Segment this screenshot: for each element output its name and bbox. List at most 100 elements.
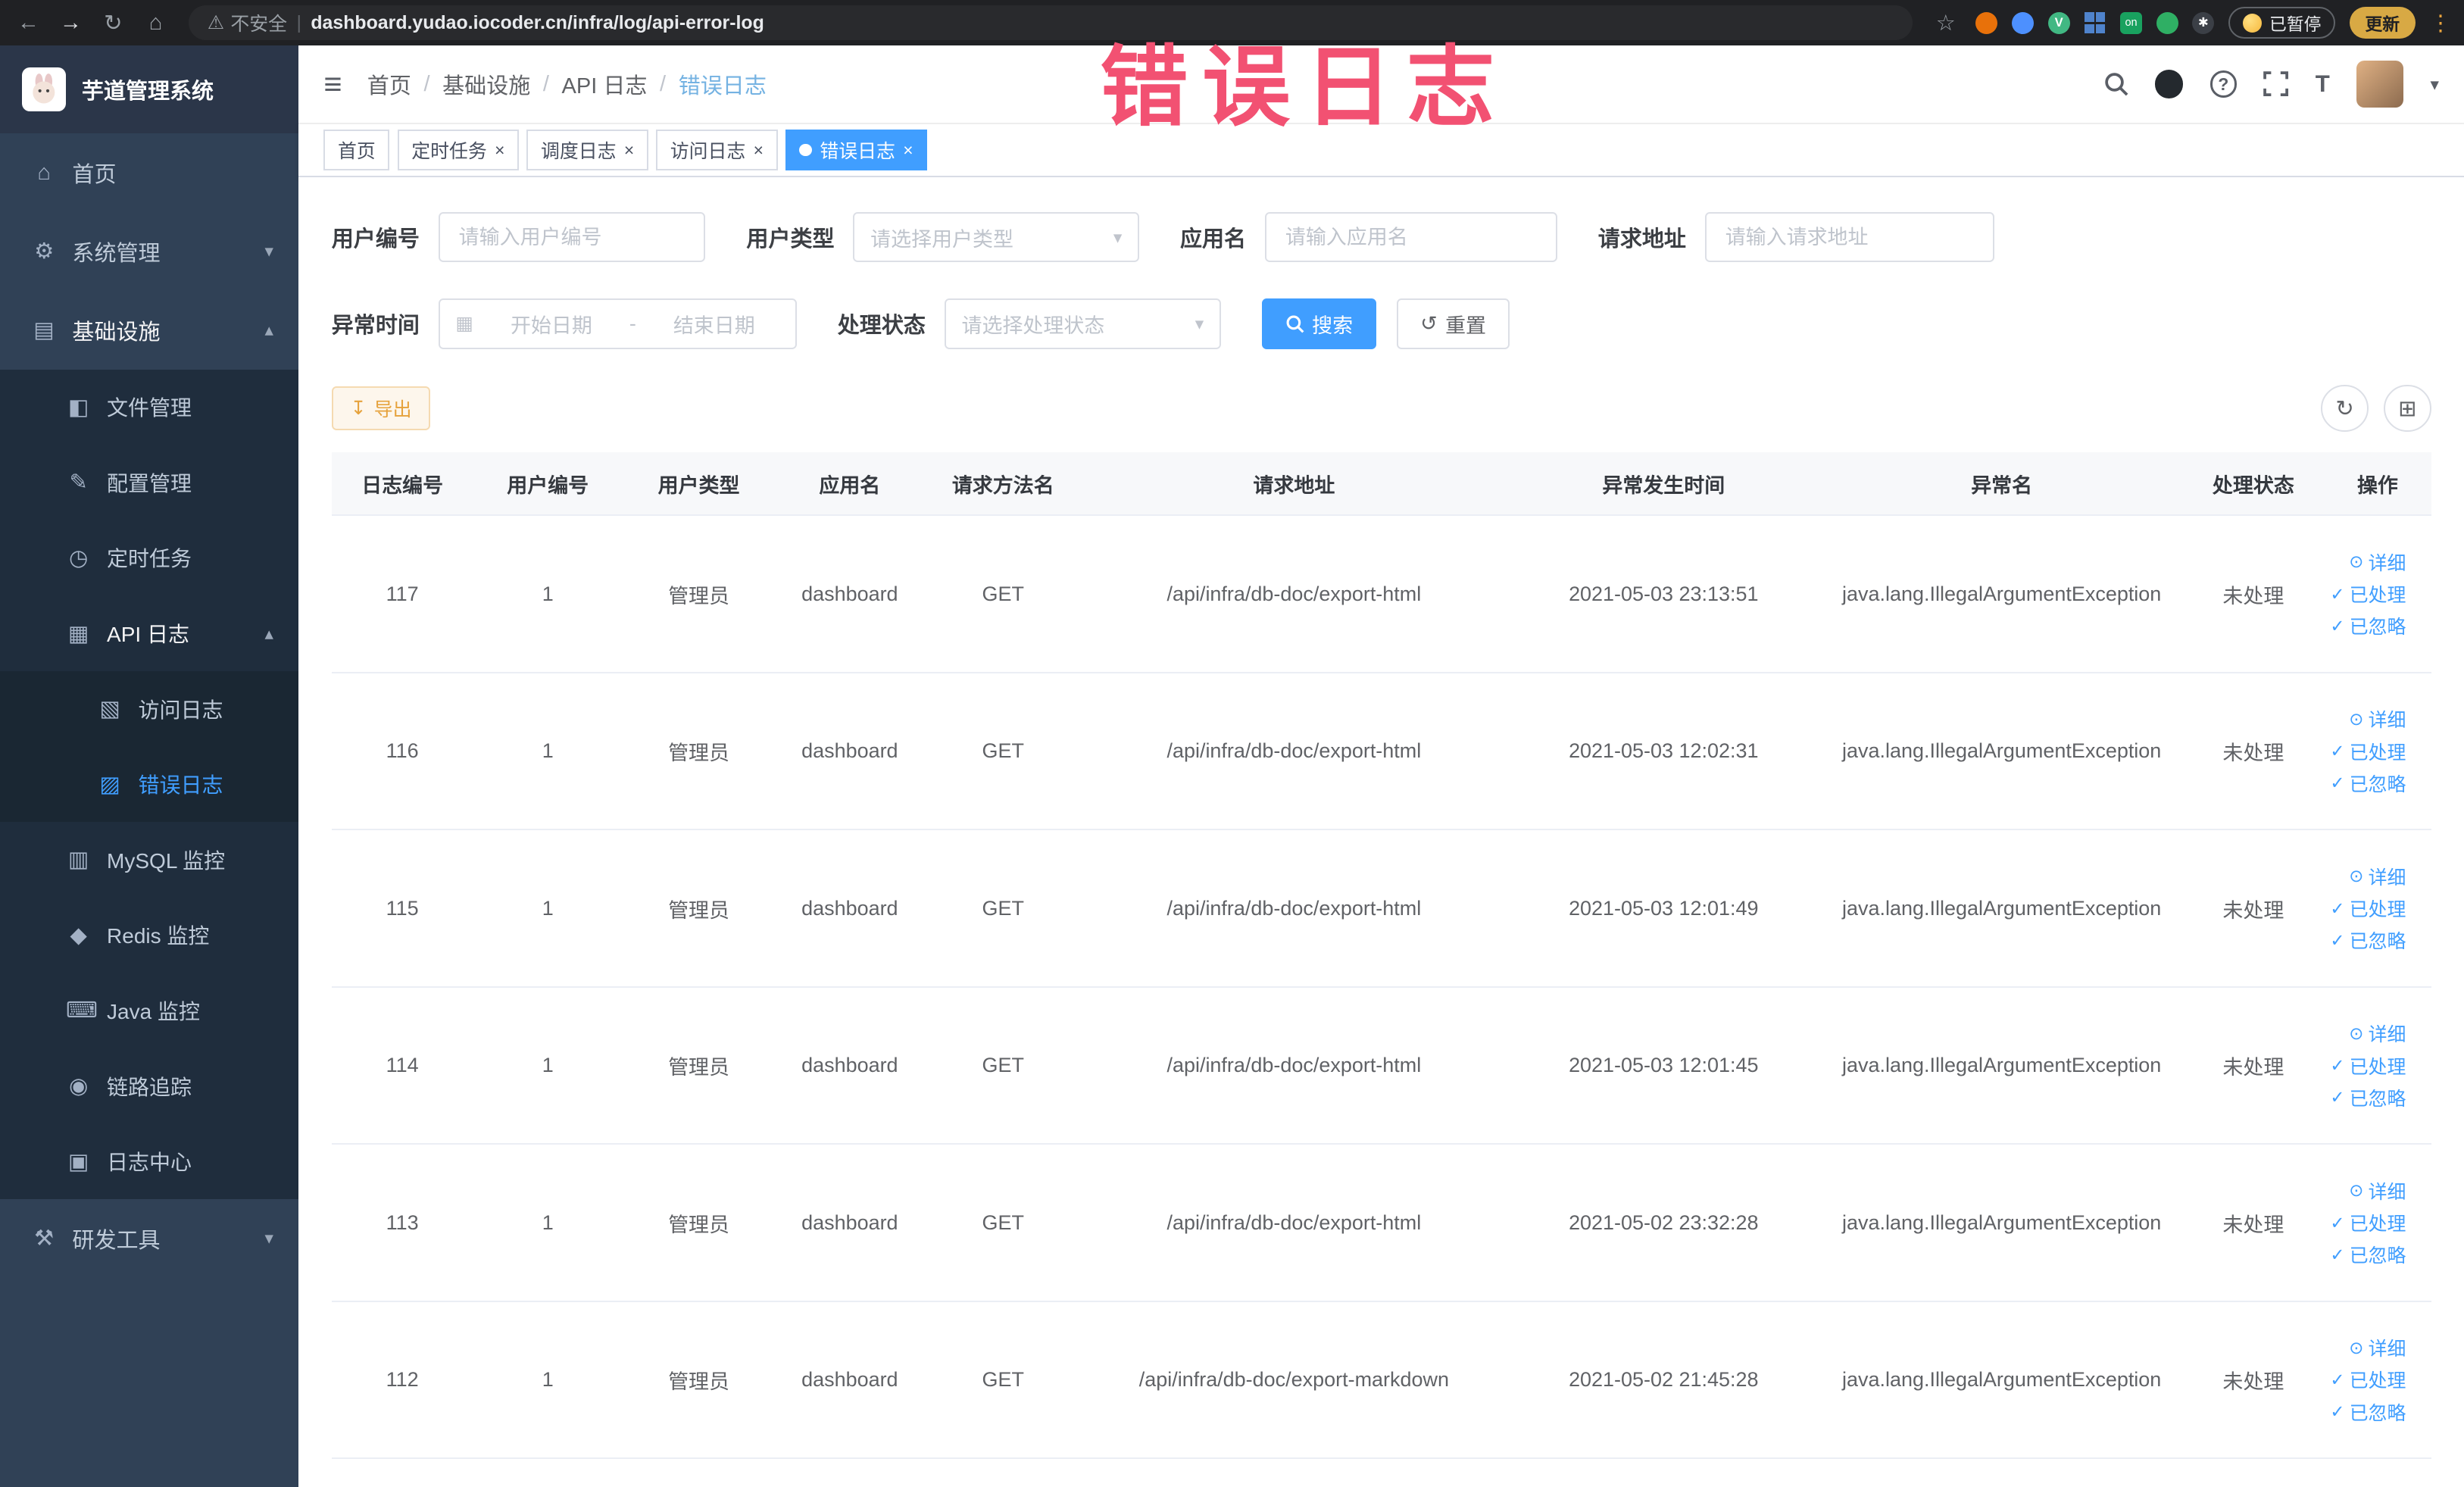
detail-link[interactable]: ⊙ 详细 (2349, 548, 2406, 576)
tab-error-log[interactable]: 错误日志 × (785, 130, 928, 171)
processed-link[interactable]: ✓ 已处理 (2330, 1052, 2406, 1079)
reset-button[interactable]: ↺ 重置 (1397, 298, 1510, 349)
close-icon[interactable]: × (754, 141, 764, 159)
eye-icon: ⊙ (2349, 551, 2364, 572)
extension-icon-blue[interactable] (2011, 11, 2034, 34)
ignored-link[interactable]: ✓ 已忽略 (2330, 1241, 2406, 1268)
security-label: 不安全 (230, 14, 288, 36)
extension-icon-paw[interactable]: ✱ (2192, 11, 2215, 34)
processed-link[interactable]: ✓ 已处理 (2330, 1209, 2406, 1236)
sidebar-item-file-management[interactable]: ◧ 文件管理 (0, 370, 298, 445)
cell-request-url: /api/infra/db-doc/export-html (1082, 515, 1507, 673)
sidebar-item-access-log[interactable]: ▧ 访问日志 (0, 670, 299, 747)
github-icon[interactable] (2155, 70, 2184, 98)
detail-link[interactable]: ⊙ 详细 (2349, 1334, 2406, 1361)
sidebar-item-config-management[interactable]: ✎ 配置管理 (0, 445, 298, 520)
avatar[interactable] (2356, 60, 2404, 108)
search-button[interactable]: 搜索 (1261, 298, 1377, 349)
user-id-input[interactable] (438, 212, 706, 263)
forward-icon[interactable]: → (55, 11, 86, 36)
processed-link[interactable]: ✓ 已处理 (2330, 895, 2406, 922)
request-url-input[interactable] (1704, 212, 1994, 263)
sidebar-toggle-icon[interactable]: ≡ (323, 68, 342, 100)
ignored-label: 已忽略 (2349, 931, 2406, 953)
ignored-link[interactable]: ✓ 已忽略 (2330, 1398, 2406, 1426)
cell-exception-name: java.lang.IllegalArgumentException (1820, 1301, 2183, 1460)
browser-menu-icon[interactable]: ⋮ (2430, 10, 2452, 36)
ignored-label: 已忽略 (2349, 1088, 2406, 1110)
sidebar-item-java-monitor[interactable]: ⌨ Java 监控 (0, 973, 298, 1048)
breadcrumb-infrastructure[interactable]: 基础设施 (442, 68, 530, 100)
sidebar-item-link-tracing[interactable]: ◉ 链路追踪 (0, 1048, 298, 1124)
export-button[interactable]: ↧ 导出 (331, 386, 431, 431)
app-name-input[interactable] (1264, 212, 1557, 263)
back-icon[interactable]: ← (13, 11, 44, 36)
sidebar-item-api-logs[interactable]: ▦ API 日志 ▴ (0, 595, 298, 671)
sidebar-item-error-log[interactable]: ▨ 错误日志 (0, 746, 299, 822)
detail-link[interactable]: ⊙ 详细 (2349, 863, 2406, 890)
ignored-link[interactable]: ✓ 已忽略 (2330, 770, 2406, 797)
browser-update-button[interactable]: 更新 (2349, 7, 2416, 39)
home-menu-icon: ⌂ (37, 160, 51, 185)
tab-home[interactable]: 首页 (323, 130, 390, 171)
search-icon[interactable] (2103, 71, 2128, 96)
table-header-row: 日志编号 用户编号 用户类型 应用名 请求方法名 请求地址 异常发生时间 异常名… (331, 452, 2431, 517)
exception-time-range-picker[interactable]: ▦ 开始日期 - 结束日期 (438, 298, 797, 349)
emoji-face-icon (2242, 13, 2262, 33)
reload-icon[interactable]: ↻ (98, 10, 129, 36)
eye-icon: ⊙ (2349, 866, 2364, 886)
cell-status: 未处理 (2182, 1301, 2325, 1460)
font-size-icon[interactable]: T (2316, 70, 2330, 98)
processed-label: 已处理 (2349, 585, 2406, 607)
user-type-select[interactable]: 请选择用户类型 ▾ (853, 212, 1140, 263)
detail-link[interactable]: ⊙ 详细 (2349, 1177, 2406, 1204)
extension-icon-vue[interactable]: V (2047, 11, 2070, 34)
ignored-link[interactable]: ✓ 已忽略 (2330, 612, 2406, 639)
processed-label: 已处理 (2349, 899, 2406, 921)
cell-method: GET (924, 672, 1082, 831)
address-bar[interactable]: ⚠ 不安全 | dashboard.yudao.iocoder.cn/infra… (188, 5, 1913, 40)
sidebar-item-dev-tools[interactable]: ⚒ 研发工具 ▾ (0, 1199, 298, 1278)
close-icon[interactable]: × (903, 141, 913, 159)
paused-badge[interactable]: 已暂停 (2228, 7, 2336, 39)
extension-icon-grid[interactable] (2084, 12, 2106, 34)
breadcrumb-home[interactable]: 首页 (367, 68, 411, 100)
ignored-link[interactable]: ✓ 已忽略 (2330, 1084, 2406, 1111)
detail-link[interactable]: ⊙ 详细 (2349, 705, 2406, 733)
sidebar-item-infrastructure[interactable]: ▤ 基础设施 ▴ (0, 291, 298, 370)
sidebar-item-mysql-monitor[interactable]: ▥ MySQL 监控 (0, 822, 298, 898)
process-status-select[interactable]: 请选择处理状态 ▾ (944, 298, 1221, 349)
tab-access-log[interactable]: 访问日志 × (656, 130, 778, 171)
sidebar-item-scheduled-tasks[interactable]: ◷ 定时任务 (0, 520, 298, 596)
chevron-up-icon: ▴ (264, 623, 273, 643)
close-icon[interactable]: × (495, 141, 504, 159)
close-icon[interactable]: × (624, 141, 634, 159)
sidebar-item-home[interactable]: ⌂ 首页 (0, 133, 298, 212)
refresh-button[interactable]: ↻ (2321, 385, 2369, 433)
sidebar-item-log-center[interactable]: ▣ 日志中心 (0, 1123, 298, 1199)
avatar-caret-down-icon[interactable]: ▾ (2430, 74, 2438, 95)
processed-link[interactable]: ✓ 已处理 (2330, 1366, 2406, 1393)
home-icon[interactable]: ⌂ (140, 11, 171, 36)
logo-bar[interactable]: 芋道管理系统 (0, 45, 299, 134)
ignored-link[interactable]: ✓ 已忽略 (2330, 926, 2406, 954)
table-row: 114 1 管理员 dashboard GET /api/infra/db-do… (331, 986, 2431, 1145)
cell-status: 未处理 (2182, 986, 2325, 1145)
breadcrumb-api-logs[interactable]: API 日志 (562, 68, 648, 100)
tab-scheduled-tasks[interactable]: 定时任务 × (397, 130, 520, 171)
cell-log-id: 114 (331, 986, 473, 1145)
extension-icon-on[interactable]: on (2120, 11, 2143, 34)
processed-link[interactable]: ✓ 已处理 (2330, 738, 2406, 765)
bookmark-star-icon[interactable]: ☆ (1930, 10, 1961, 36)
processed-link[interactable]: ✓ 已处理 (2330, 580, 2406, 608)
column-settings-button[interactable]: ⊞ (2384, 385, 2431, 433)
extension-icon-orange[interactable] (1975, 11, 1998, 34)
sidebar-item-system-management[interactable]: ⚙ 系统管理 ▾ (0, 212, 298, 291)
select-placeholder: 请选择处理状态 (961, 314, 1105, 337)
detail-link[interactable]: ⊙ 详细 (2349, 1020, 2406, 1047)
sidebar-item-redis-monitor[interactable]: ◆ Redis 监控 (0, 898, 298, 973)
fullscreen-icon[interactable] (2263, 71, 2289, 97)
help-icon[interactable]: ? (2209, 70, 2237, 98)
extension-icon-leaf[interactable] (2156, 11, 2178, 34)
tab-schedule-log[interactable]: 调度日志 × (526, 130, 648, 171)
